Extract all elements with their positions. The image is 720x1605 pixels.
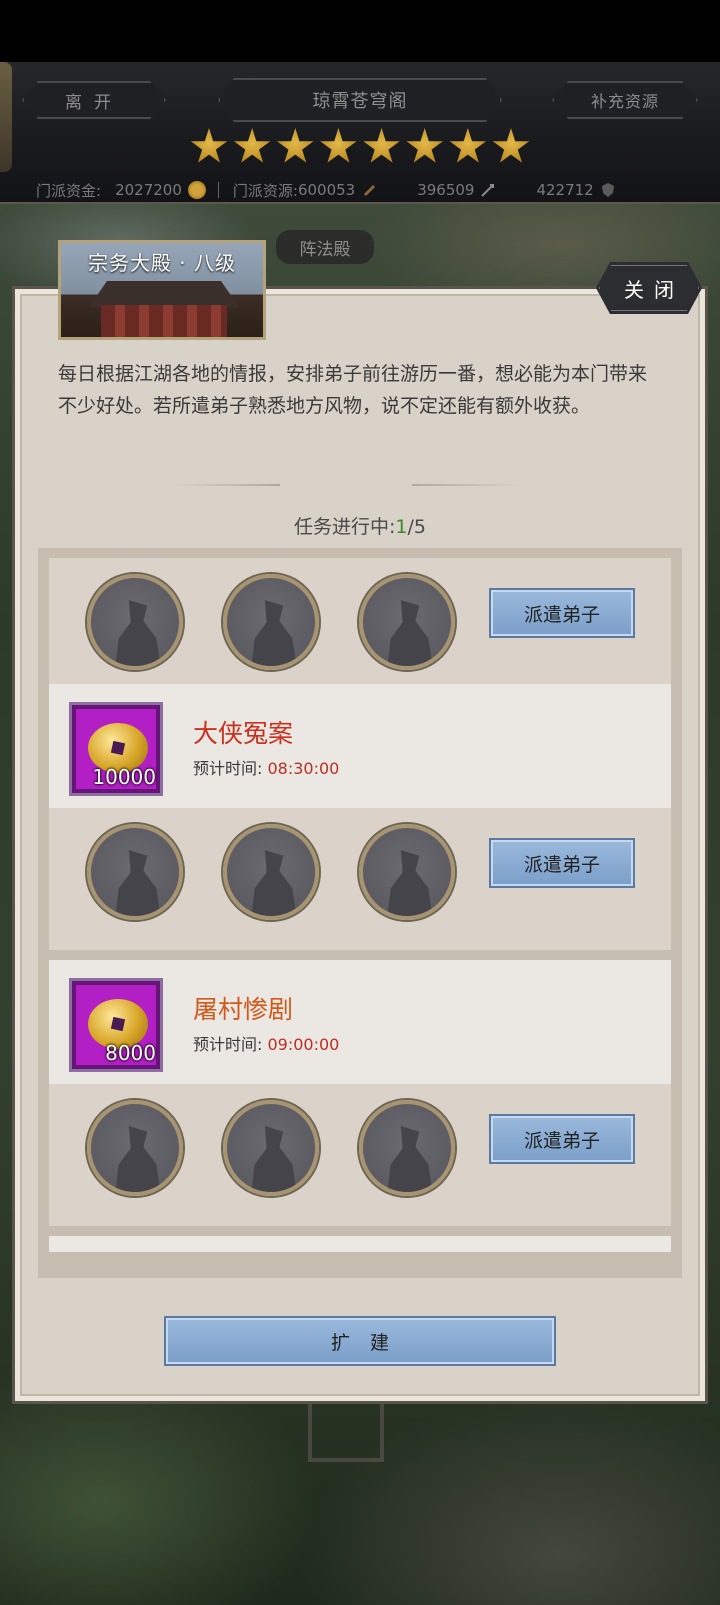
resource-3-value: 396509 (417, 181, 475, 199)
expand-button[interactable]: 扩建 (164, 1316, 556, 1366)
disciple-slot[interactable] (223, 1100, 319, 1196)
leave-label: 离开 (65, 92, 123, 113)
reward-item[interactable]: 10000 (69, 702, 163, 796)
building-wall (101, 305, 227, 337)
supply-resources-button[interactable]: 补充资源 (552, 81, 698, 119)
task-slots-row: 派遣弟子 (49, 558, 671, 700)
supply-label: 补充资源 (590, 92, 659, 111)
sect-title-plate: 琼霄苍穹阁 (218, 78, 502, 122)
dispatch-disciple-button[interactable]: 派遣弟子 (489, 588, 635, 638)
task-slots-row: 派遣弟子 (49, 808, 671, 950)
reward-amount: 8000 (105, 1041, 156, 1065)
star-icon (233, 128, 271, 163)
disciple-slot[interactable] (359, 574, 455, 670)
disciple-slot[interactable] (87, 574, 183, 670)
disciple-slot[interactable] (359, 824, 455, 920)
hall-description: 每日根据江湖各地的情报，安排弟子前往游历一番，想必能为本门带来不少好处。若所遣弟… (58, 363, 648, 417)
task-time: 预计时间: 09:00:00 (193, 1031, 339, 1055)
reward-item[interactable]: 8000 (69, 978, 163, 1072)
building-thumbnail: 宗务大殿 · 八级 (58, 240, 266, 340)
progress-total: /5 (407, 516, 427, 538)
shield-icon (601, 183, 614, 197)
reward-amount: 10000 (92, 765, 156, 789)
task-header: 10000 大侠冤案 预计时间: 08:30:00 (49, 684, 671, 808)
sword-icon (481, 184, 495, 197)
divider-ornament-left (172, 484, 280, 486)
star-icon (363, 128, 400, 163)
hall-name-tag[interactable]: 阵法殿 (276, 230, 374, 264)
close-button[interactable]: 关闭 (596, 262, 702, 314)
time-label: 预计时间: (193, 1035, 263, 1054)
star-icon (277, 128, 314, 163)
task-progress: 任务进行中:1/5 (0, 512, 720, 539)
time-value: 09:00:00 (267, 1035, 340, 1054)
close-label: 关闭 (624, 277, 684, 302)
building-title: 宗务大殿 · 八级 (87, 251, 237, 275)
sect-rating-stars (190, 128, 530, 170)
task-card: 10000 大侠冤案 预计时间: 08:30:00 派遣弟子 (49, 684, 671, 950)
task-slots-row: 派遣弟子 (49, 1084, 671, 1226)
material-value: 600053 (297, 181, 356, 199)
task-name: 大侠冤案 (193, 719, 294, 748)
star-icon (492, 128, 530, 163)
task-card: 8000 屠村惨剧 预计时间: 09:00:00 派遣弟子 (49, 960, 671, 1226)
resource-divider (217, 182, 219, 198)
progress-label: 任务进行中: (294, 516, 396, 538)
time-value: 08:30:00 (267, 759, 340, 778)
side-tab-handle[interactable] (0, 62, 12, 172)
star-icon (449, 128, 487, 163)
status-strip (0, 0, 720, 60)
funds-value: 2027200 (115, 181, 182, 199)
dispatch-disciple-button[interactable]: 派遣弟子 (489, 838, 635, 888)
building-roof (89, 281, 239, 307)
star-icon (320, 128, 357, 163)
task-list[interactable]: 派遣弟子 10000 大侠冤案 预计时间: 08:30:00 派遣弟子 8000… (38, 548, 682, 1278)
material-label: 门派资源: (232, 181, 298, 200)
star-icon (406, 128, 443, 163)
scroll-icon (364, 185, 376, 196)
funds-label: 门派资金: (36, 181, 102, 200)
next-task-card-edge (49, 1236, 671, 1252)
disciple-slot[interactable] (223, 574, 319, 670)
dispatch-disciple-button[interactable]: 派遣弟子 (489, 1114, 635, 1164)
task-header: 8000 屠村惨剧 预计时间: 09:00:00 (49, 960, 671, 1084)
disciple-slot[interactable] (359, 1100, 455, 1196)
progress-current: 1 (395, 516, 408, 538)
disciple-slot[interactable] (223, 824, 319, 920)
resource-4-value: 422712 (536, 181, 594, 199)
leave-button[interactable]: 离开 (22, 81, 166, 119)
divider-ornament-right (412, 484, 520, 486)
task-name: 屠村惨剧 (193, 995, 294, 1024)
disciple-slot[interactable] (87, 824, 183, 920)
task-time: 预计时间: 08:30:00 (193, 755, 339, 779)
task-card: 派遣弟子 (49, 558, 671, 700)
star-icon (190, 128, 228, 163)
time-label: 预计时间: (193, 759, 263, 778)
resource-bar: 门派资金: 2027200 门派资源: 600053 396509 422712 (36, 178, 696, 202)
coin-icon (187, 181, 206, 199)
sect-title: 琼霄苍穹阁 (312, 91, 408, 112)
disciple-slot[interactable] (87, 1100, 183, 1196)
